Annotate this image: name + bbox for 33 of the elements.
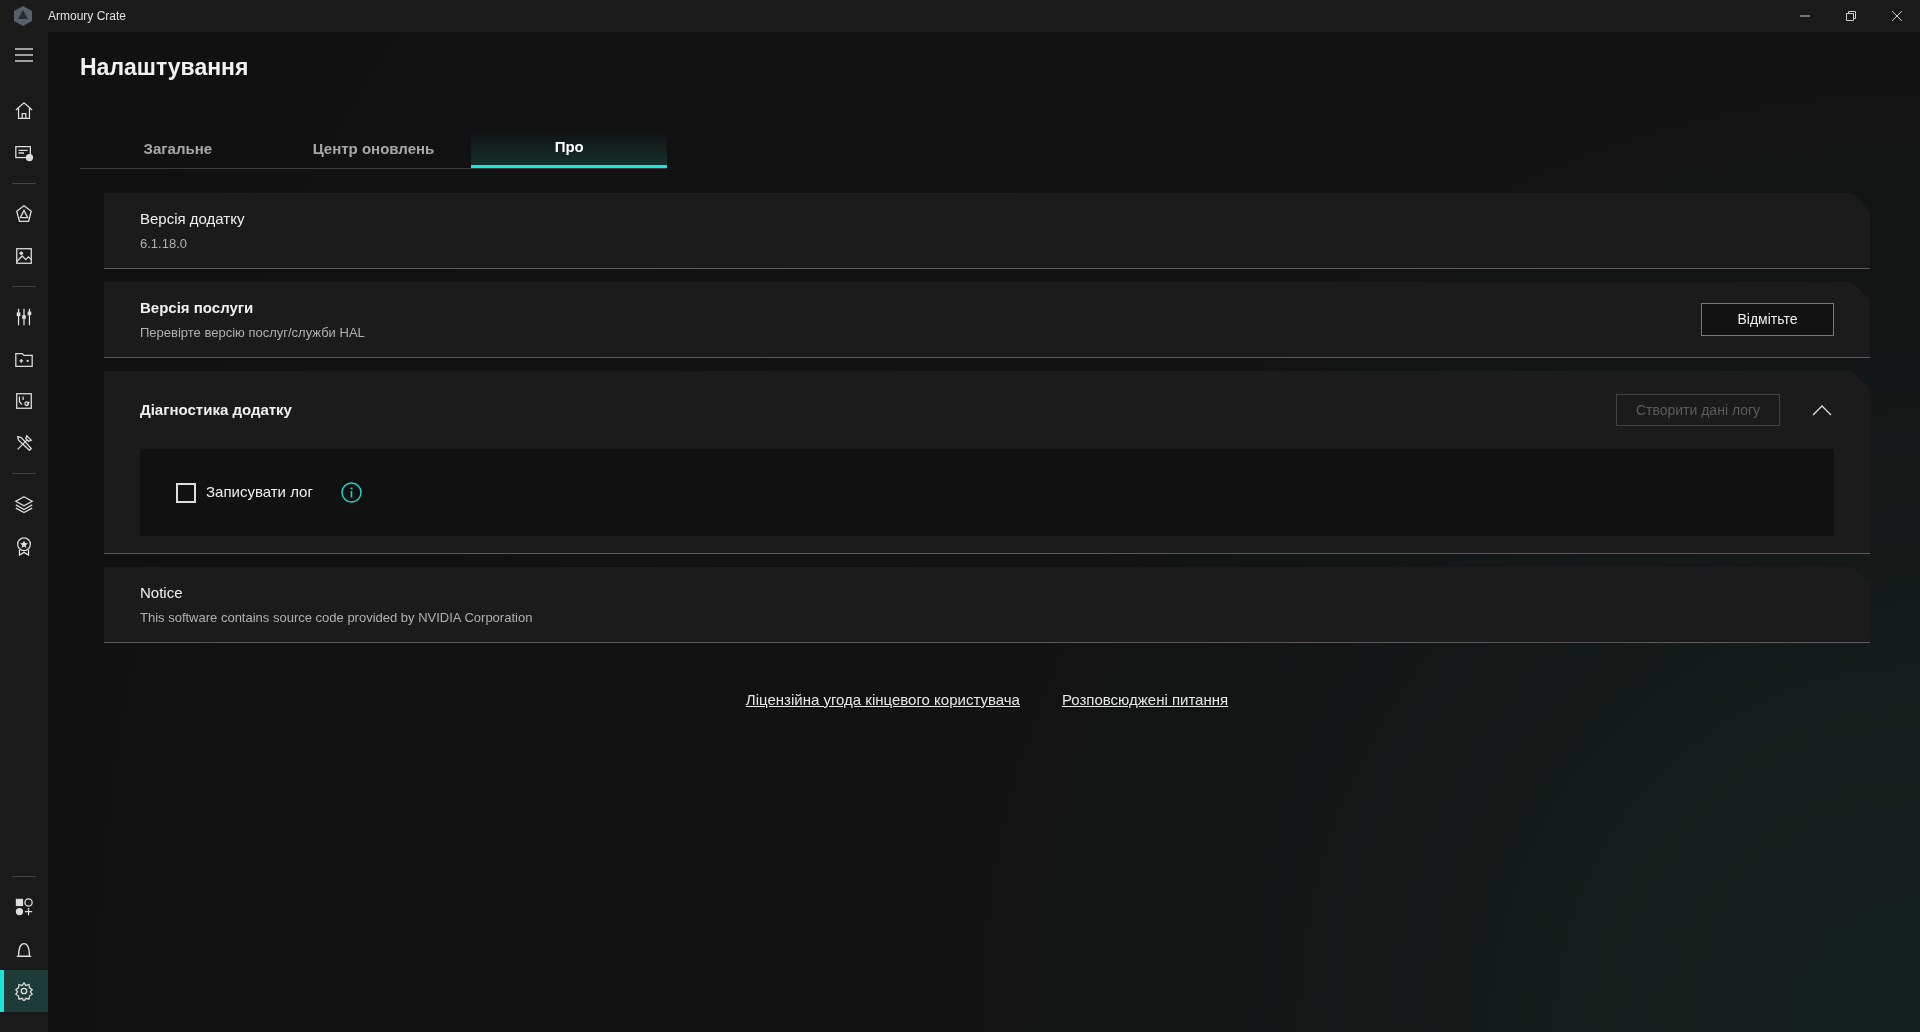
restore-icon (1846, 11, 1856, 21)
checkbox[interactable] (176, 482, 196, 503)
close-icon (1892, 11, 1902, 21)
card-title: Діагностика додатку (140, 399, 292, 420)
cube-icon (14, 204, 34, 224)
card-subtitle: 6.1.18.0 (140, 234, 188, 253)
tools-icon (14, 433, 34, 453)
menu-icon (15, 48, 33, 62)
card-subtitle: This software contains source code provided by NVIDIA Corporation (140, 608, 533, 627)
tab[interactable]: Загальне (80, 130, 276, 168)
card-title: Notice (140, 583, 184, 603)
card-title: Версія додатку (140, 209, 245, 229)
settings-icon (14, 981, 34, 1001)
tab[interactable]: Центр оновлень (275, 130, 472, 168)
chevron-icon (1812, 404, 1832, 416)
monitor-icon (14, 143, 34, 163)
checkbox-label: Записувати лог (206, 482, 313, 503)
picture-icon (14, 246, 34, 266)
shapes-icon (14, 897, 34, 917)
home-icon (14, 101, 34, 121)
page-title: Налаштування (80, 53, 249, 82)
award-star-icon (14, 536, 34, 556)
window-title: Armoury Crate (48, 8, 127, 25)
sliders-icon (14, 307, 34, 327)
info-icon[interactable] (340, 482, 362, 503)
link[interactable]: Ліцензійна угода кінцевого користувача (745, 689, 1020, 712)
app-logo-icon (12, 5, 34, 27)
check-button[interactable]: Відмітьте (1701, 303, 1834, 336)
layers-icon (14, 494, 34, 514)
link[interactable]: Розповсюджені питання (1061, 689, 1229, 712)
card-subtitle: Перевірте версію послуг/служби HAL (140, 323, 365, 342)
sidebar-item[interactable] (0, 970, 48, 1012)
card-title: Версія послуги (140, 298, 255, 318)
